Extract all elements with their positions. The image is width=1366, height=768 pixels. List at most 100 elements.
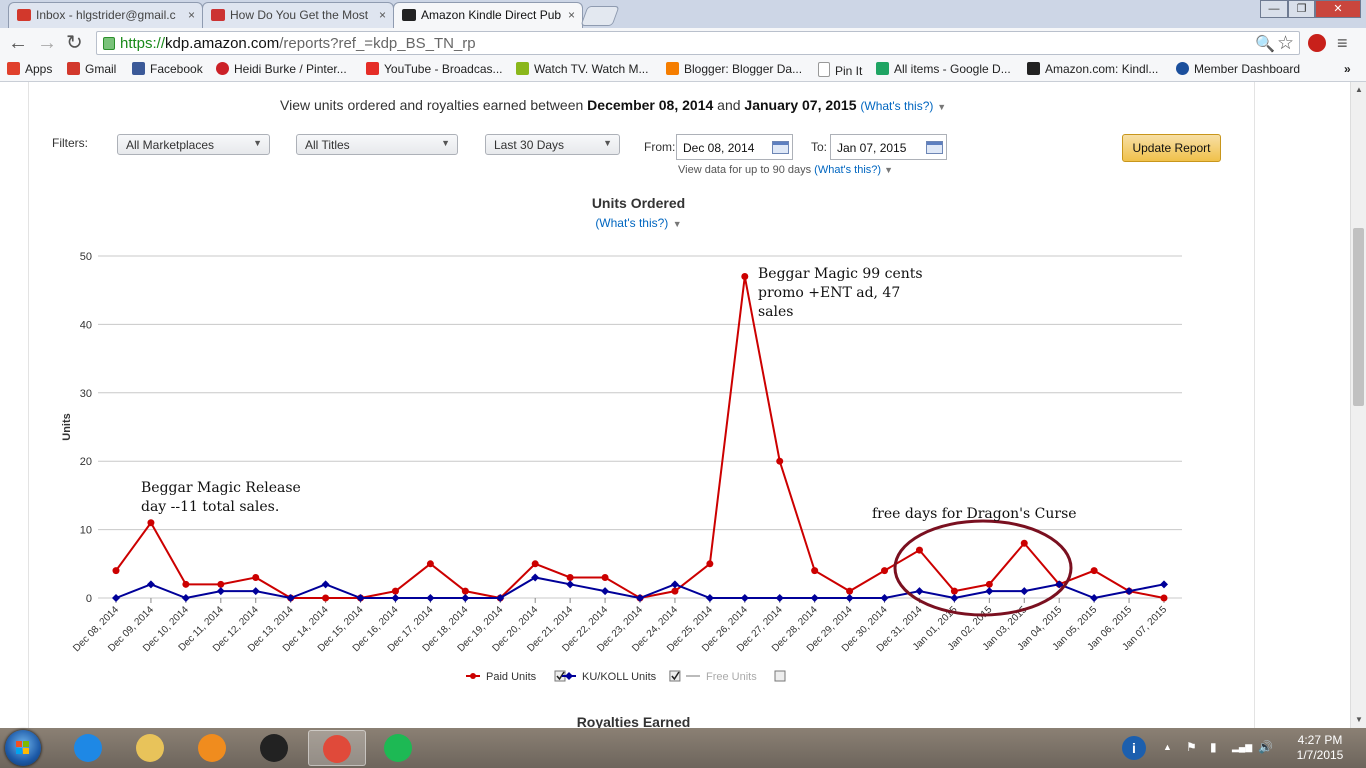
bookmark-star-icon[interactable]: ☆ (1277, 32, 1294, 55)
tab-label: How Do You Get the Most (230, 8, 369, 22)
paid-units-point (811, 567, 819, 575)
hulu-icon (516, 62, 529, 75)
info-help-icon[interactable]: i (1122, 736, 1146, 760)
ku-koll-units-point (670, 580, 679, 589)
address-bar[interactable]: https://kdp.amazon.com/reports?ref_=kdp_… (96, 31, 1300, 55)
extension-stop-icon[interactable] (1308, 34, 1326, 52)
taskbar-spotify-button[interactable] (370, 730, 428, 766)
network-signal-icon[interactable]: ▂▄▆ (1232, 742, 1252, 753)
bookmark-youtube[interactable]: YouTube - Broadcas... (366, 62, 503, 76)
url-text[interactable]: https://kdp.amazon.com/reports?ref_=kdp_… (120, 35, 476, 52)
y-tick-label: 50 (80, 251, 92, 263)
ku-koll-units-point (601, 587, 610, 596)
page-icon (211, 9, 225, 21)
forward-arrow-icon[interactable]: → (37, 32, 57, 54)
legend-checkbox-free-units[interactable] (774, 670, 786, 682)
menu-icon[interactable]: ≡ (1337, 32, 1348, 54)
tab-label: Amazon Kindle Direct Pub (421, 8, 562, 22)
scroll-down-arrow-icon[interactable]: ▼ (1355, 715, 1363, 724)
bookmark-gmail[interactable]: Gmail (67, 62, 116, 76)
close-icon[interactable]: × (188, 8, 195, 22)
paid-units-point (881, 567, 889, 575)
ku-koll-units-point (950, 594, 959, 602)
close-icon[interactable]: × (379, 8, 386, 22)
start-button[interactable] (5, 730, 41, 766)
facebook-icon (132, 62, 145, 75)
chart-annotation: sales (758, 304, 793, 320)
bookmark-apps[interactable]: Apps (7, 62, 52, 76)
tab-article[interactable]: How Do You Get the Most × (202, 2, 394, 28)
reload-icon[interactable]: ↻ (66, 32, 83, 54)
chrome-icon (323, 735, 351, 763)
tab-label: Inbox - hlgstrider@gmail.c (36, 8, 176, 22)
bookmarks-overflow-chevron-icon[interactable]: » (1344, 62, 1351, 76)
paid-units-point (531, 560, 539, 568)
bookmark-google-drive[interactable]: All items - Google D... (876, 62, 1011, 76)
back-arrow-icon[interactable]: ← (8, 32, 28, 54)
battery-icon[interactable]: ▮ (1210, 740, 1217, 754)
pinterest-icon (216, 62, 229, 75)
scroll-up-arrow-icon[interactable]: ▲ (1355, 85, 1363, 94)
paid-units-point (776, 457, 784, 465)
paid-units-point (985, 580, 993, 588)
y-tick-label: 20 (80, 456, 92, 468)
legend-label-free-units: Free Units (706, 671, 757, 683)
paid-units-point (706, 560, 714, 568)
paid-units-point (1020, 539, 1028, 547)
legend-label-ku-koll-units: KU/KOLL Units (582, 671, 657, 683)
paid-units-point (322, 594, 330, 602)
search-icon[interactable]: 🔍 (1255, 34, 1275, 54)
ku-koll-units-point (845, 594, 854, 602)
units-ordered-chart: 01020304050UnitsDec 08, 2014Dec 09, 2014… (61, 251, 1182, 683)
ku-koll-units-point (321, 580, 330, 589)
ku-koll-units-point (1090, 594, 1099, 602)
taskbar-internet-explorer-button[interactable] (60, 730, 118, 766)
bookmark-amazon[interactable]: Amazon.com: Kindl... (1027, 62, 1158, 76)
ku-koll-units-point (705, 594, 714, 602)
ku-koll-units-point (566, 580, 575, 589)
paid-units-point (112, 567, 120, 575)
paid-units-point (147, 519, 155, 527)
spotify-icon (384, 734, 412, 762)
bookmark-hulu[interactable]: Watch TV. Watch M... (516, 62, 648, 76)
bookmark-pinterest[interactable]: Heidi Burke / Pinter... (216, 62, 347, 76)
maximize-button[interactable]: ❐ (1288, 0, 1315, 18)
scroll-thumb[interactable] (1353, 228, 1364, 406)
tray-expand-icon[interactable]: ▲ (1163, 742, 1172, 752)
paid-units-point (426, 560, 434, 568)
ku-koll-units-point (181, 594, 190, 602)
window-close-button[interactable]: ✕ (1315, 0, 1361, 18)
y-tick-label: 0 (86, 593, 92, 605)
bookmark-pin-it[interactable]: Pin It (818, 62, 862, 78)
taskbar-file-explorer-button[interactable] (122, 730, 180, 766)
bookmark-blogger[interactable]: Blogger: Blogger Da... (666, 62, 802, 76)
tab-gmail[interactable]: Inbox - hlgstrider@gmail.c × (8, 2, 203, 28)
ku-koll-units-point (461, 594, 470, 602)
volume-icon[interactable]: 🔊 (1258, 740, 1273, 754)
taskbar-media-player-button[interactable] (184, 730, 242, 766)
clock-date: 1/7/2015 (1296, 748, 1344, 762)
tab-kdp[interactable]: Amazon Kindle Direct Pub × (393, 2, 583, 28)
close-icon[interactable]: × (568, 8, 575, 22)
lock-icon (103, 37, 115, 50)
y-tick-label: 30 (80, 388, 92, 400)
system-clock[interactable]: 4:27 PM 1/7/2015 (1290, 733, 1350, 763)
bookmarks-bar: Apps Gmail Facebook Heidi Burke / Pinter… (0, 59, 1366, 82)
chart-annotation: free days for Dragon's Curse (872, 506, 1077, 522)
kdp-reports-page: View units ordered and royalties earned … (0, 82, 1350, 728)
page-scrollbar[interactable]: ▲ ▼ (1350, 82, 1366, 728)
taskbar-camera-app-button[interactable] (246, 730, 304, 766)
new-tab-button[interactable] (580, 6, 620, 26)
file-explorer-icon (136, 734, 164, 762)
paid-units-point (671, 587, 679, 595)
paid-units-point (1160, 594, 1168, 602)
chart-annotation: Beggar Magic 99 cents (758, 266, 923, 282)
paid-units-point (846, 587, 854, 595)
paid-units-point (601, 573, 609, 581)
bookmark-member-dashboard[interactable]: Member Dashboard (1176, 62, 1300, 76)
bookmark-facebook[interactable]: Facebook (132, 62, 203, 76)
media-player-icon (198, 734, 226, 762)
taskbar-chrome-button[interactable] (308, 730, 366, 766)
action-center-flag-icon[interactable]: ⚑ (1186, 740, 1197, 754)
minimize-button[interactable]: — (1260, 0, 1288, 18)
